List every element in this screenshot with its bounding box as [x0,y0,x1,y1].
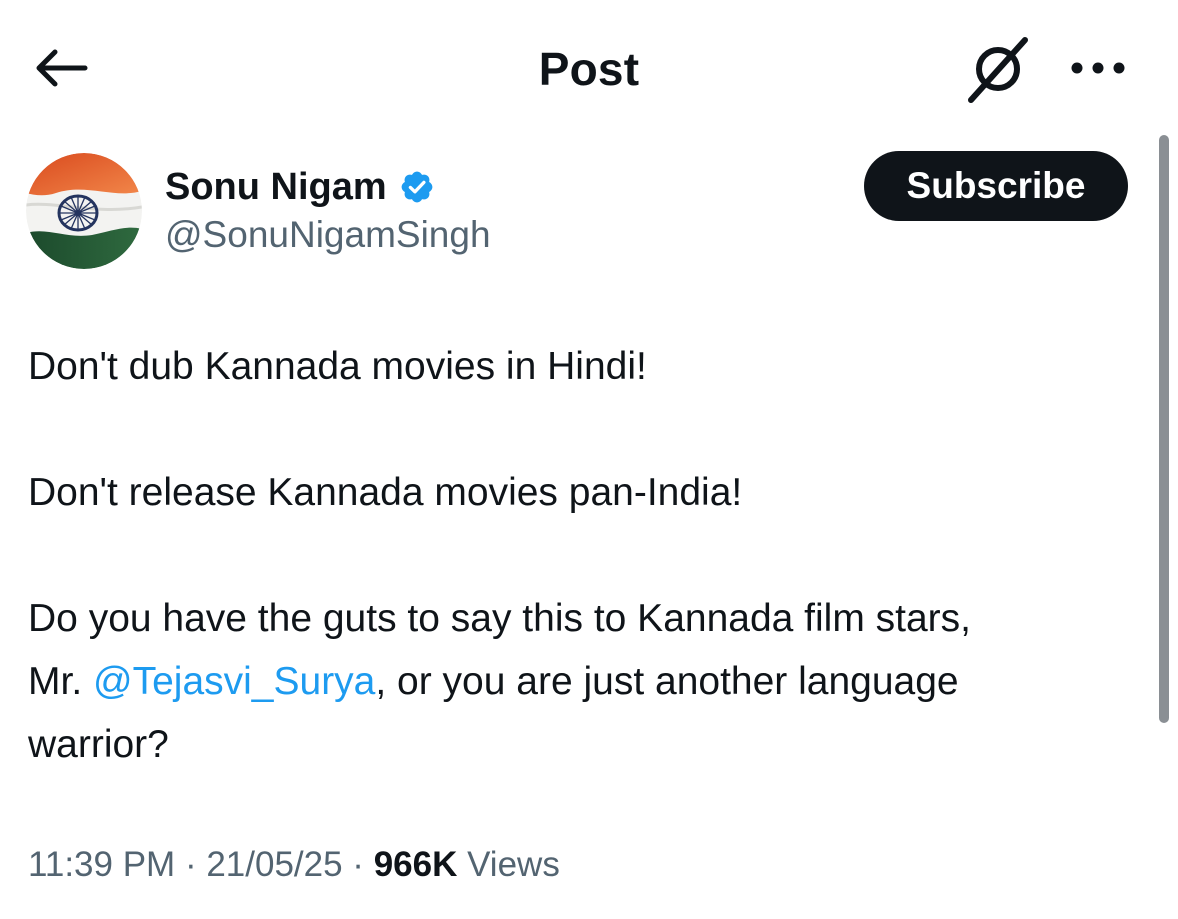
post-date[interactable]: 21/05/25 [206,845,342,884]
meta-separator: · [175,845,207,884]
post-time[interactable]: 11:39 PM [28,845,175,884]
author-name-row[interactable]: Sonu Nigam [165,163,435,211]
top-bar: Post [0,0,1178,135]
tweet-line: Don't release Kannada movies pan-India! [28,471,743,514]
tweet-line: warrior? [28,723,169,766]
more-options-button[interactable] [1060,46,1136,94]
tweet-line: Don't dub Kannada movies in Hindi! [28,345,647,388]
post-meta: 11:39 PM · 21/05/25 · 966K Views [28,845,560,885]
display-name[interactable]: Sonu Nigam [165,166,387,209]
mention-link[interactable]: @Tejasvi_Surya [93,660,375,703]
subscribe-button[interactable]: Subscribe [864,151,1128,221]
indian-flag-avatar [26,153,142,269]
post-page: Post Sonu Nigam @SonuNigamSingh Subscrib… [0,0,1178,919]
tweet-text: Don't dub Kannada movies in Hindi! Don't… [28,335,1138,776]
tweet-text-fragment: Mr. [28,660,93,703]
grok-button[interactable] [960,36,1036,108]
more-horizontal-icon [1068,61,1128,80]
grok-icon [963,36,1033,109]
verified-badge-icon[interactable] [399,169,435,205]
tweet-text-fragment: , or you are just another language [375,660,959,703]
tweet-line-with-mention: Mr. @Tejasvi_Surya, or you are just anot… [28,650,1138,713]
views-count[interactable]: 966K [374,845,458,884]
meta-separator: · [342,845,374,884]
scrollbar[interactable] [1159,135,1169,723]
avatar[interactable] [26,153,142,269]
views-label: Views [457,845,560,884]
tweet-line: Do you have the guts to say this to Kann… [28,597,972,640]
author-handle[interactable]: @SonuNigamSingh [165,214,491,256]
